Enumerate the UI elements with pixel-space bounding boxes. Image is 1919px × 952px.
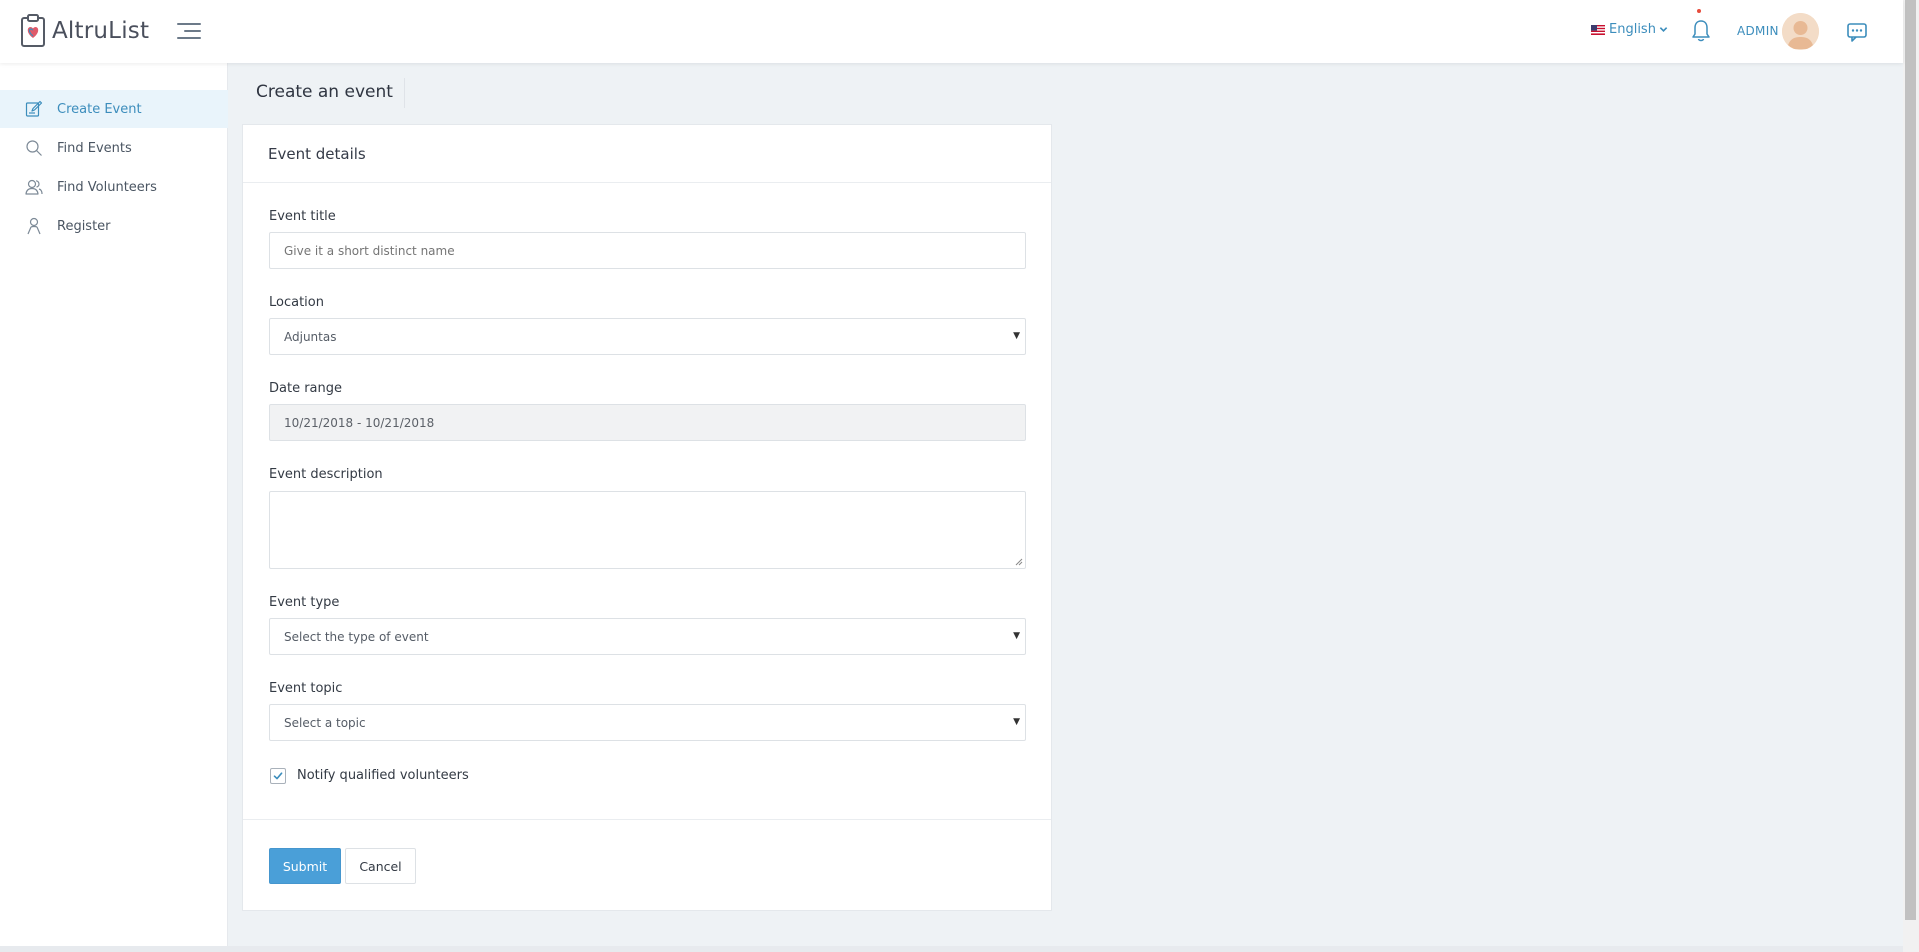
page-header: Create an event: [256, 82, 393, 108]
location-select[interactable]: Adjuntas ▼: [269, 318, 1026, 355]
caret-down-icon: ▼: [1013, 331, 1020, 341]
sidebar-item-register[interactable]: Register: [0, 207, 228, 245]
sidebar-item-find-volunteers[interactable]: Find Volunteers: [0, 168, 228, 206]
event-topic-value: Select a topic: [284, 715, 366, 730]
location-value: Adjuntas: [284, 329, 337, 344]
user-silhouette-icon: [1782, 13, 1819, 50]
event-details-card: Event details Event title Location Adjun…: [242, 124, 1052, 911]
card-footer-divider: [243, 819, 1051, 820]
bell-icon[interactable]: [1690, 18, 1712, 44]
chevron-down-icon: [1659, 27, 1668, 32]
page-title: Create an event: [256, 82, 393, 102]
event-type-select[interactable]: Select the type of event ▼: [269, 618, 1026, 655]
checkmark-icon: [273, 772, 283, 780]
avatar[interactable]: [1782, 13, 1819, 50]
cancel-button[interactable]: Cancel: [345, 848, 416, 884]
caret-down-icon: ▼: [1013, 631, 1020, 641]
top-navbar: AltruList English ADMIN: [0, 0, 1903, 63]
date-range-input[interactable]: 10/21/2018 - 10/21/2018: [269, 404, 1026, 441]
notify-volunteers-checkbox[interactable]: [270, 768, 286, 784]
chat-icon[interactable]: [1846, 21, 1868, 43]
notification-dot: [1697, 9, 1701, 13]
event-title-input[interactable]: [269, 232, 1026, 269]
date-range-label: Date range: [269, 381, 343, 396]
brand[interactable]: AltruList: [20, 14, 149, 48]
sidebar: Create Event Find Events Find Volunteers…: [0, 63, 228, 952]
hamburger-menu-icon[interactable]: [177, 21, 201, 41]
sidebar-item-create-event[interactable]: Create Event: [0, 90, 228, 128]
scrollbar-thumb[interactable]: [1905, 0, 1916, 920]
event-type-value: Select the type of event: [284, 629, 429, 644]
search-icon: [26, 140, 42, 156]
users-icon: [25, 179, 43, 195]
event-title-label: Event title: [269, 209, 336, 224]
sidebar-item-label: Create Event: [57, 101, 142, 117]
language-dropdown[interactable]: English: [1591, 22, 1668, 37]
sidebar-item-label: Find Events: [57, 140, 132, 156]
date-range-value: 10/21/2018 - 10/21/2018: [284, 415, 435, 430]
language-label: English: [1609, 22, 1656, 37]
page-bottom-edge: [0, 946, 1903, 952]
user-icon: [27, 217, 41, 235]
submit-button[interactable]: Submit: [269, 848, 341, 884]
notify-volunteers-label[interactable]: Notify qualified volunteers: [297, 768, 469, 783]
page-header-divider: [404, 78, 405, 108]
card-title: Event details: [268, 145, 366, 163]
location-label: Location: [269, 295, 324, 310]
sidebar-item-label: Find Volunteers: [57, 179, 157, 195]
edit-icon: [25, 100, 43, 117]
caret-down-icon: ▼: [1013, 717, 1020, 727]
event-description-textarea[interactable]: [269, 491, 1026, 569]
event-topic-select[interactable]: Select a topic ▼: [269, 704, 1026, 741]
event-type-label: Event type: [269, 595, 340, 610]
sidebar-item-label: Register: [57, 218, 111, 234]
card-header: Event details: [243, 125, 1051, 183]
clipboard-heart-logo-icon: [21, 14, 45, 47]
event-topic-label: Event topic: [269, 681, 343, 696]
sidebar-item-find-events[interactable]: Find Events: [0, 129, 228, 167]
event-description-label: Event description: [269, 467, 383, 482]
resize-grip-icon[interactable]: [1015, 558, 1023, 566]
us-flag-icon: [1591, 24, 1605, 35]
username-label[interactable]: ADMIN: [1737, 24, 1779, 38]
brand-name: AltruList: [52, 18, 150, 44]
